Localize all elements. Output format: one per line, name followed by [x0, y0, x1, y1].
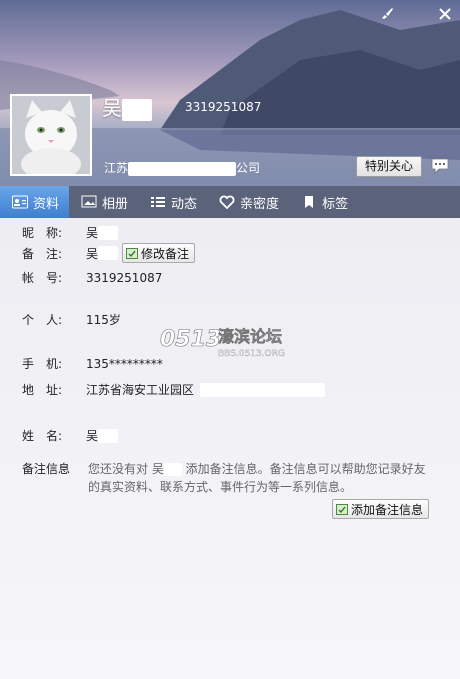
paintbrush-icon [382, 8, 393, 19]
header-nickname-text: 吴 [102, 96, 122, 120]
header-company: 江苏 公司 [104, 159, 260, 176]
forum-watermark-logo: 0513 濠滨论坛 BBS.0513.ORG [160, 327, 285, 359]
tab-feed-label: 动态 [171, 196, 198, 212]
redacted-name-field [98, 428, 119, 443]
name-row: 姓 名: 吴 [22, 427, 119, 444]
tab-profile-label: 资料 [33, 196, 60, 212]
redacted-note-name [163, 463, 182, 476]
name-label: 姓 名: [22, 429, 63, 443]
redacted-company [128, 161, 237, 176]
profile-header: 吴 3319251087 江苏 公司 特别关心 [0, 0, 460, 186]
watermark-brand: 0513 [160, 327, 221, 352]
profile-window: 吴 3319251087 江苏 公司 特别关心 资料 相册 动态 亲密度 标签 … [0, 0, 460, 679]
remark-value: 吴 [86, 246, 99, 261]
tab-tags-label: 标签 [322, 196, 349, 212]
account-row: 帐 号: 3319251087 [22, 269, 162, 286]
redacted-name [122, 98, 152, 121]
address-label: 地 址: [22, 383, 63, 397]
phone-value: 135********* [86, 356, 163, 371]
address-value: 江苏省海安工业园区 [86, 383, 195, 397]
tab-profile[interactable]: 资料 [0, 186, 70, 218]
add-note-label: 添加备注信息 [351, 502, 424, 517]
photo-album-icon [81, 195, 97, 208]
remark-label: 备 注: [22, 246, 63, 261]
watermark-url: BBS.0513.ORG [218, 349, 285, 359]
tab-intimacy-label: 亲密度 [240, 196, 280, 212]
add-note-row: 添加备注信息 [332, 499, 430, 519]
redacted-remark [98, 246, 119, 260]
address-row: 地 址: 江苏省海安工业园区 [22, 381, 326, 398]
tab-feed[interactable]: 动态 [138, 186, 207, 218]
add-note-icon [336, 503, 348, 515]
personal-row: 个 人: 115岁 [22, 311, 121, 328]
close-button[interactable] [436, 6, 454, 24]
phone-label: 手 机: [22, 357, 63, 371]
chat-bubble-icon [431, 158, 449, 174]
forum-watermark: 0513 濠滨论坛 BBS.0513.ORG [160, 322, 310, 365]
bookmark-icon [305, 196, 314, 208]
edit-remark-button[interactable]: 修改备注 [122, 243, 196, 263]
edit-remark-label: 修改备注 [141, 246, 190, 261]
chat-button[interactable] [430, 156, 450, 176]
id-card-icon [12, 195, 28, 209]
skin-button[interactable] [378, 6, 396, 24]
account-label: 帐 号: [22, 271, 63, 285]
nickname-label: 昵 称: [22, 226, 63, 240]
company-prefix: 江苏 [104, 161, 129, 175]
header-qq-number: 3319251087 [185, 100, 262, 114]
remark-row: 备 注: 吴 修改备注 [22, 243, 196, 263]
redacted-nickname [98, 225, 119, 240]
nickname-value: 吴 [86, 226, 99, 240]
close-icon [439, 8, 451, 20]
company-suffix: 公司 [236, 161, 261, 175]
phone-row: 手 机: 135********* [22, 355, 163, 372]
header-nickname: 吴 [102, 92, 152, 121]
tab-album-label: 相册 [102, 196, 129, 212]
personal-value: 115岁 [86, 313, 121, 327]
nickname-row: 昵 称: 吴 [22, 224, 119, 241]
add-note-button[interactable]: 添加备注信息 [332, 499, 430, 519]
tab-intimacy[interactable]: 亲密度 [207, 186, 289, 218]
heart-icon [219, 195, 235, 209]
tab-tags[interactable]: 标签 [289, 186, 358, 218]
note-text-part1: 您还没有对 吴 [88, 462, 164, 476]
redacted-address [200, 382, 326, 397]
personal-label: 个 人: [22, 313, 63, 327]
tab-album[interactable]: 相册 [69, 186, 138, 218]
cat-avatar-image [12, 96, 90, 174]
note-description: 您还没有对 吴 添加备注信息。备注信息可以帮助您记录好友的真实资料、联系方式、事… [88, 460, 433, 496]
watermark-title: 濠滨论坛 [218, 327, 282, 346]
tab-bar: 资料 相册 动态 亲密度 标签 [0, 186, 460, 218]
account-value: 3319251087 [86, 270, 163, 285]
profile-info-panel: 昵 称: 吴 备 注: 吴 修改备注 帐 号: 3319251087 个 人: … [0, 218, 460, 679]
note-row: 备注信息 [22, 460, 86, 477]
special-care-button[interactable]: 特别关心 [356, 156, 422, 177]
name-value: 吴 [86, 429, 99, 443]
edit-note-icon [126, 247, 139, 259]
avatar[interactable] [10, 94, 92, 176]
list-icon [151, 197, 166, 207]
note-label: 备注信息 [22, 462, 71, 476]
